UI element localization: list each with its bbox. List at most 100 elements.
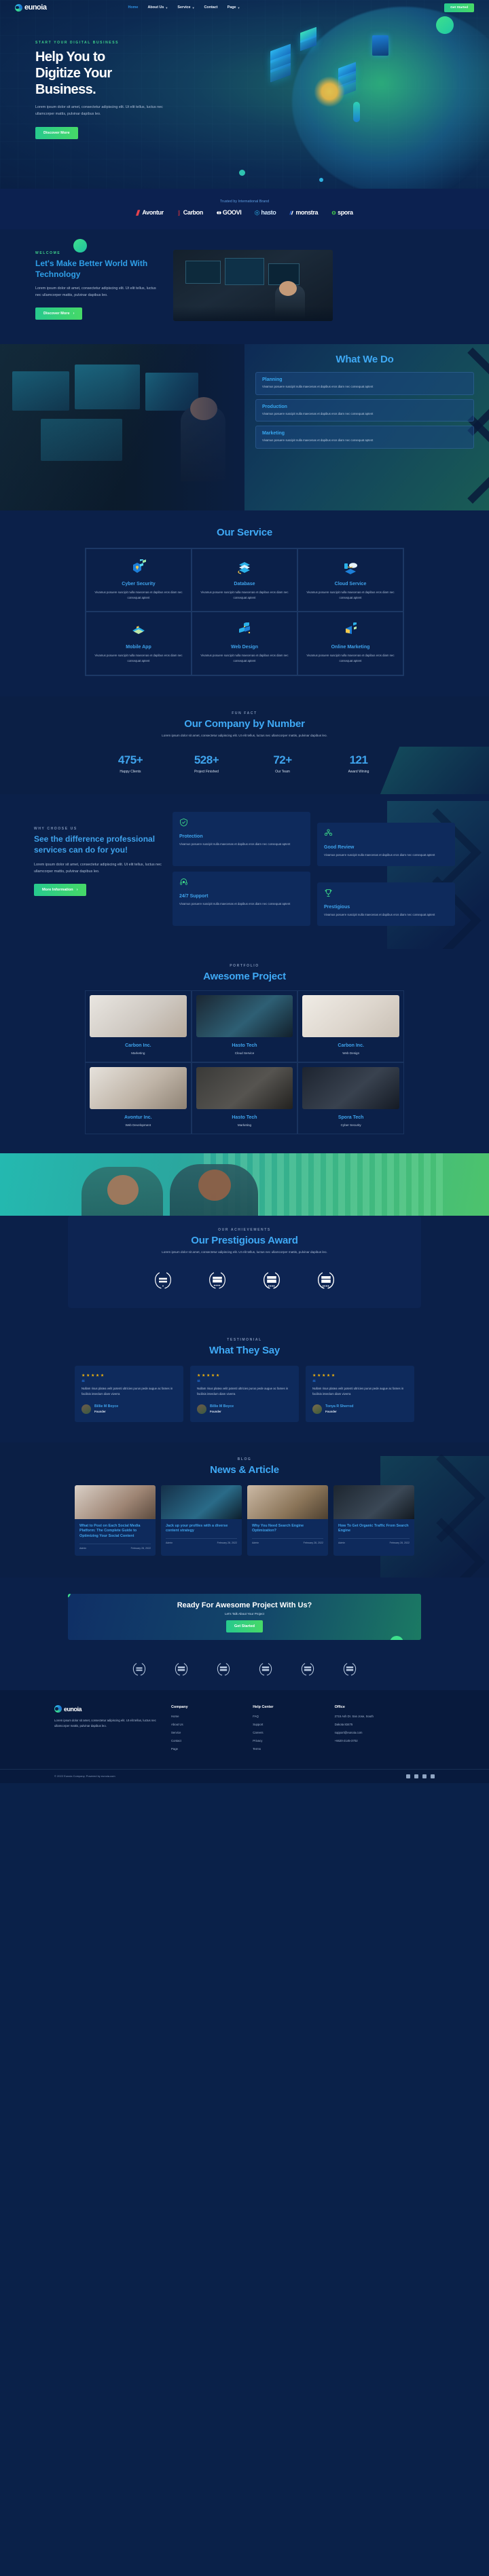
footer-link-support[interactable]: Support xyxy=(253,1723,319,1728)
brand-logo-carbon: Carbon xyxy=(177,209,203,216)
testimonial-grid: ★★★★★ ❝ Nullam risus platea velit potent… xyxy=(75,1366,414,1422)
what-we-do-content: What We Do Planning Vivamus posuere susc… xyxy=(244,344,489,449)
service-card-mobile-app[interactable]: Mobile App Vivamus posuere suscipit null… xyxy=(86,612,192,675)
news-card-4[interactable]: How To Get Organic Traffic From Search E… xyxy=(333,1485,414,1556)
nav-item-home[interactable]: Home xyxy=(128,5,138,10)
stat-value: 528+ xyxy=(194,753,219,767)
hero-title-line-2: Digitize Your xyxy=(35,66,112,81)
portfolio-card-4[interactable]: Avontur Inc. Web Development xyxy=(85,1062,192,1134)
footer-logo[interactable]: eunoia xyxy=(54,1705,156,1713)
nav-item-contact[interactable]: Contact xyxy=(204,5,218,10)
nav-item-service[interactable]: Service ▼ xyxy=(177,5,194,10)
card-text: Vivamus posuere suscipit nulla maecenas … xyxy=(262,385,374,388)
nav-item-page[interactable]: Page ▼ xyxy=(228,5,240,10)
shield-check-icon xyxy=(180,819,187,827)
footer-link-service[interactable]: Service xyxy=(171,1731,238,1736)
brand-logo-row: Avontur Carbon GOOVI hasto monstra spora xyxy=(0,209,489,216)
more-information-button[interactable]: More Information › xyxy=(34,883,86,896)
what-we-do-title: What We Do xyxy=(336,354,394,365)
page-root: eunoia Home About Us ▼ Service ▼ Contact P… xyxy=(0,0,489,1783)
footer-link-terms[interactable]: Terms xyxy=(253,1747,319,1752)
cta-accent-circle-2 xyxy=(390,1636,403,1641)
service-title: Online Marketing xyxy=(331,645,370,650)
news-card-3[interactable]: Why You Need Search Engine Optimization?… xyxy=(247,1485,328,1556)
footer-office-phone[interactable]: +6620-2145-3702 xyxy=(335,1739,435,1744)
author-role: Founder xyxy=(210,1409,221,1413)
card-text: Vivamus posuere suscipit nulla maecenas … xyxy=(324,853,435,857)
database-stack-icon xyxy=(200,559,289,578)
portfolio-card-6[interactable]: Spora Tech Cyber Security xyxy=(297,1062,404,1134)
what-we-do-card-planning[interactable]: Planning Vivamus posuere suscipit nulla … xyxy=(255,372,474,395)
welcome-eyebrow: WELCOME xyxy=(35,251,61,256)
linkedin-icon[interactable] xyxy=(431,1774,435,1778)
footer-link-contact[interactable]: Contact xyxy=(171,1739,238,1744)
hero-iso-screen xyxy=(372,35,388,56)
cta-subtitle: Let's Talk About Your Project xyxy=(225,1612,264,1616)
hero-discover-more-button[interactable]: Discover More xyxy=(35,127,78,139)
news-card-2[interactable]: Jack up your profiles with a diverse con… xyxy=(161,1485,242,1556)
cta-section: Ready For Awesome Project With Us? Let's… xyxy=(0,1578,489,1658)
news-thumbnail xyxy=(247,1485,328,1519)
chevron-down-icon: ▼ xyxy=(165,5,168,10)
twitter-icon[interactable] xyxy=(414,1774,418,1778)
service-card-web-design[interactable]: Web Design Vivamus posuere suscipit null… xyxy=(192,612,297,675)
rating-stars: ★★★★★ xyxy=(312,1374,336,1379)
logo-text: eunoia xyxy=(24,3,47,12)
footer-link-careers[interactable]: Careers xyxy=(253,1731,319,1736)
site-logo[interactable]: eunoia xyxy=(15,3,47,12)
why-eyebrow: WHY CHOOSE US xyxy=(34,827,77,832)
what-we-do-card-production[interactable]: Production Vivamus posuere suscipit null… xyxy=(255,398,474,422)
card-title: Production xyxy=(262,404,287,409)
portfolio-card-3[interactable]: Carbon Inc. Web Design xyxy=(297,990,404,1062)
why-card-good-review[interactable]: Good Review Vivamus posuere suscipit nul… xyxy=(317,823,455,867)
news-card-1[interactable]: What to Post on Each Social Media Platfo… xyxy=(75,1485,156,1556)
footer-link-home[interactable]: Home xyxy=(171,1715,238,1719)
banner-person-1-head xyxy=(107,1174,139,1205)
service-title: Database xyxy=(234,582,255,586)
portfolio-card-1[interactable]: Carbon Inc. Marketing xyxy=(85,990,192,1062)
footer-column-company: Company Home About Us Service Contact Pa… xyxy=(171,1705,238,1755)
goovi-mark-icon xyxy=(216,210,221,214)
footer-link-about-us[interactable]: About Us xyxy=(171,1723,238,1728)
footer-copyright: © 2022 Eunoia Company. Powered by eunoia… xyxy=(54,1774,115,1778)
portfolio-card-title: Hasto Tech xyxy=(232,1043,257,1048)
portfolio-card-category: Web Design xyxy=(342,1051,360,1055)
hero-title: Help You to Digitize Your Business. xyxy=(35,49,224,98)
spora-mark-icon xyxy=(331,210,336,214)
services-title: Our Service xyxy=(216,527,272,538)
hero-title-line-1: Help You to xyxy=(35,50,105,64)
avatar xyxy=(197,1404,206,1414)
portfolio-card-category: Marketing xyxy=(131,1051,145,1055)
service-text: Vivamus posuere suscipit nulla maecenas … xyxy=(200,654,289,663)
instagram-icon[interactable] xyxy=(422,1774,427,1778)
footer-link-faq[interactable]: FAQ xyxy=(253,1715,319,1719)
footer-office-email[interactable]: support@eunoia.com xyxy=(335,1731,435,1736)
nav-item-about-us[interactable]: About Us ▼ xyxy=(147,5,168,10)
footer-inner: eunoia Lorem ipsum dolor sit amet, conse… xyxy=(54,1705,435,1755)
award-badges-row xyxy=(68,1270,421,1290)
award-laurel-badge-3 xyxy=(263,1272,280,1289)
service-card-online-marketing[interactable]: Online Marketing Vivamus posuere suscipi… xyxy=(297,612,403,675)
footer-link-page[interactable]: Page xyxy=(171,1747,238,1752)
why-card-support[interactable]: 24/7 Support Vivamus posuere suscipit nu… xyxy=(173,872,310,926)
why-card-protection[interactable]: Protection Vivamus posuere suscipit null… xyxy=(173,812,310,867)
footer-link-privacy[interactable]: Privacy xyxy=(253,1739,319,1744)
service-card-database[interactable]: Database Vivamus posuere suscipit nulla … xyxy=(192,548,297,612)
service-card-cloud-service[interactable]: Cloud Service Vivamus posuere suscipit n… xyxy=(297,548,403,612)
service-card-cyber-security[interactable]: Cyber Security Vivamus posuere suscipit … xyxy=(86,548,192,612)
portfolio-card-5[interactable]: Hasto Tech Marketing xyxy=(191,1062,298,1134)
portfolio-card-2[interactable]: Hasto Tech Cloud Service xyxy=(191,990,298,1062)
what-we-do-card-marketing[interactable]: Marketing Vivamus posuere suscipit nulla… xyxy=(255,426,474,449)
why-card-prestigious[interactable]: Prestigious Vivamus posuere suscipit nul… xyxy=(317,882,455,926)
testimonial-card-1: ★★★★★ ❝ Nullam risus platea velit potent… xyxy=(75,1366,183,1422)
why-choose-inner: WHY CHOOSE US See the difference profess… xyxy=(0,812,489,926)
welcome-section: WELCOME Let's Make Better World With Tec… xyxy=(0,229,489,344)
welcome-discover-more-button[interactable]: Discover More › xyxy=(35,307,83,320)
get-started-button[interactable]: Get Started xyxy=(444,3,474,12)
cta-get-started-button[interactable]: Get Started xyxy=(225,1620,264,1633)
footer-column-heading: Help Center xyxy=(253,1705,274,1710)
facebook-icon[interactable] xyxy=(406,1774,410,1778)
stat-label: Award Wining xyxy=(348,770,369,774)
award-strip-badge-5 xyxy=(301,1663,314,1676)
author-name: Billie M Boyce xyxy=(94,1404,119,1409)
